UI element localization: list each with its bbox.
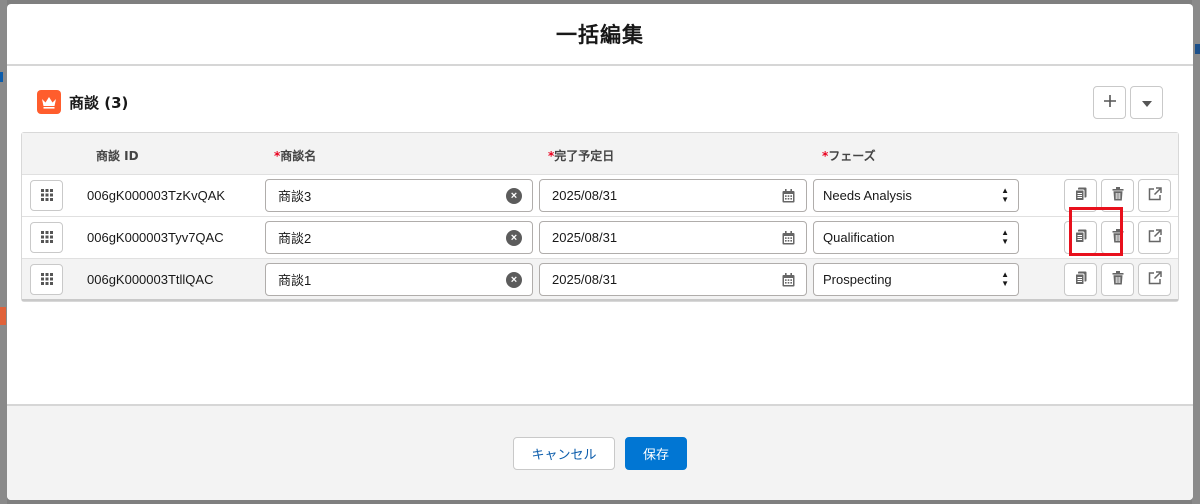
opportunity-name-value: 商談2 xyxy=(278,231,312,246)
select-arrows-icon: ▲ ▼ xyxy=(1001,186,1009,204)
record-id: 006gK000003Tyv7QAC xyxy=(87,230,224,245)
cancel-button[interactable]: キャンセル xyxy=(513,436,615,470)
grip-icon xyxy=(40,228,53,247)
chevron-down-icon xyxy=(1141,93,1153,112)
column-header-close-date: *完了予定日 xyxy=(548,147,614,164)
drag-handle[interactable] xyxy=(30,180,63,211)
records-section: 商談 (3) 商談 ID *商談名 *完了予定日 *フェーズ 006gK0000… xyxy=(21,82,1179,302)
column-header-stage-label: フェーズ xyxy=(828,149,876,163)
record-id: 006gK000003TtllQAC xyxy=(87,272,214,287)
save-button[interactable]: 保存 xyxy=(625,436,687,470)
column-header-close-date-label: 完了予定日 xyxy=(554,149,615,163)
add-row-button[interactable] xyxy=(1093,85,1126,119)
copy-icon xyxy=(1074,186,1087,205)
table-row: 006gK000003TtllQAC 商談1 × 2025/08/31 Pros… xyxy=(22,259,1178,301)
open-record-button[interactable] xyxy=(1138,263,1171,296)
trash-icon xyxy=(1112,228,1124,247)
close-date-value: 2025/08/31 xyxy=(552,188,618,203)
drag-handle[interactable] xyxy=(30,222,63,253)
opportunity-name-input[interactable]: 商談3 × xyxy=(265,179,533,212)
stage-select[interactable]: Prospecting ▲ ▼ xyxy=(813,263,1019,296)
background-page-edge xyxy=(1192,0,1200,504)
stage-value: Prospecting xyxy=(823,272,892,287)
crown-icon xyxy=(37,90,61,114)
trash-icon xyxy=(1112,186,1124,205)
column-header-id: 商談 ID xyxy=(96,149,139,163)
opportunity-name-value: 商談3 xyxy=(278,189,312,204)
stage-select[interactable]: Needs Analysis ▲ ▼ xyxy=(813,179,1019,212)
calendar-icon[interactable] xyxy=(782,189,795,206)
external-link-icon xyxy=(1148,270,1162,289)
external-link-icon xyxy=(1148,228,1162,247)
select-arrows-icon: ▲ ▼ xyxy=(1001,270,1009,288)
card-title: 商談 (3) xyxy=(69,93,129,112)
clear-icon[interactable]: × xyxy=(506,230,522,246)
grip-icon xyxy=(40,186,53,205)
opportunity-name-input[interactable]: 商談1 × xyxy=(265,263,533,296)
card-actions xyxy=(1093,85,1163,119)
clear-icon[interactable]: × xyxy=(506,188,522,204)
bulk-edit-modal: 一括編集 商談 (3) 商談 ID *商談名 *完了予定日 *フェーズ 006g… xyxy=(7,4,1193,500)
plus-icon xyxy=(1103,93,1117,112)
card-title-group: 商談 (3) xyxy=(37,90,128,114)
background-page-edge xyxy=(0,0,7,504)
table-header: 商談 ID *商談名 *完了予定日 *フェーズ xyxy=(22,133,1178,175)
close-date-input[interactable]: 2025/08/31 xyxy=(539,263,807,296)
opportunity-name-input[interactable]: 商談2 × xyxy=(265,221,533,254)
modal-title: 一括編集 xyxy=(556,23,644,47)
copy-icon xyxy=(1074,228,1087,247)
close-date-input[interactable]: 2025/08/31 xyxy=(539,179,807,212)
records-table: 商談 ID *商談名 *完了予定日 *フェーズ 006gK000003TzKvQ… xyxy=(21,132,1179,302)
copy-icon xyxy=(1074,270,1087,289)
column-header-name: *商談名 xyxy=(274,147,316,164)
clear-icon[interactable]: × xyxy=(506,272,522,288)
modal-header: 一括編集 xyxy=(7,4,1193,66)
background-accent xyxy=(0,72,3,82)
table-row: 006gK000003TzKvQAK 商談3 × 2025/08/31 Need… xyxy=(22,175,1178,217)
external-link-icon xyxy=(1148,186,1162,205)
clone-row-button[interactable] xyxy=(1064,221,1097,254)
stage-select[interactable]: Qualification ▲ ▼ xyxy=(813,221,1019,254)
background-accent xyxy=(1195,44,1200,54)
column-header-name-label: 商談名 xyxy=(280,149,317,163)
open-record-button[interactable] xyxy=(1138,179,1171,212)
calendar-icon[interactable] xyxy=(782,231,795,248)
delete-row-button[interactable] xyxy=(1101,179,1134,212)
stage-value: Qualification xyxy=(823,230,895,245)
open-record-button[interactable] xyxy=(1138,221,1171,254)
grip-icon xyxy=(40,270,53,289)
stage-value: Needs Analysis xyxy=(823,188,912,203)
record-id: 006gK000003TzKvQAK xyxy=(87,188,226,203)
clone-row-button[interactable] xyxy=(1064,179,1097,212)
card-header: 商談 (3) xyxy=(21,82,1179,122)
modal-footer: キャンセル 保存 xyxy=(7,404,1193,500)
delete-row-button[interactable] xyxy=(1101,263,1134,296)
close-date-value: 2025/08/31 xyxy=(552,230,618,245)
trash-icon xyxy=(1112,270,1124,289)
column-header-stage: *フェーズ xyxy=(822,147,876,164)
table-row: 006gK000003Tyv7QAC 商談2 × 2025/08/31 Qual… xyxy=(22,217,1178,259)
calendar-icon[interactable] xyxy=(782,273,795,290)
close-date-value: 2025/08/31 xyxy=(552,272,618,287)
clone-row-button[interactable] xyxy=(1064,263,1097,296)
delete-row-button[interactable] xyxy=(1101,221,1134,254)
close-date-input[interactable]: 2025/08/31 xyxy=(539,221,807,254)
background-accent xyxy=(0,307,6,325)
opportunity-name-value: 商談1 xyxy=(278,273,312,288)
more-actions-button[interactable] xyxy=(1130,85,1163,119)
select-arrows-icon: ▲ ▼ xyxy=(1001,228,1009,246)
drag-handle[interactable] xyxy=(30,264,63,295)
